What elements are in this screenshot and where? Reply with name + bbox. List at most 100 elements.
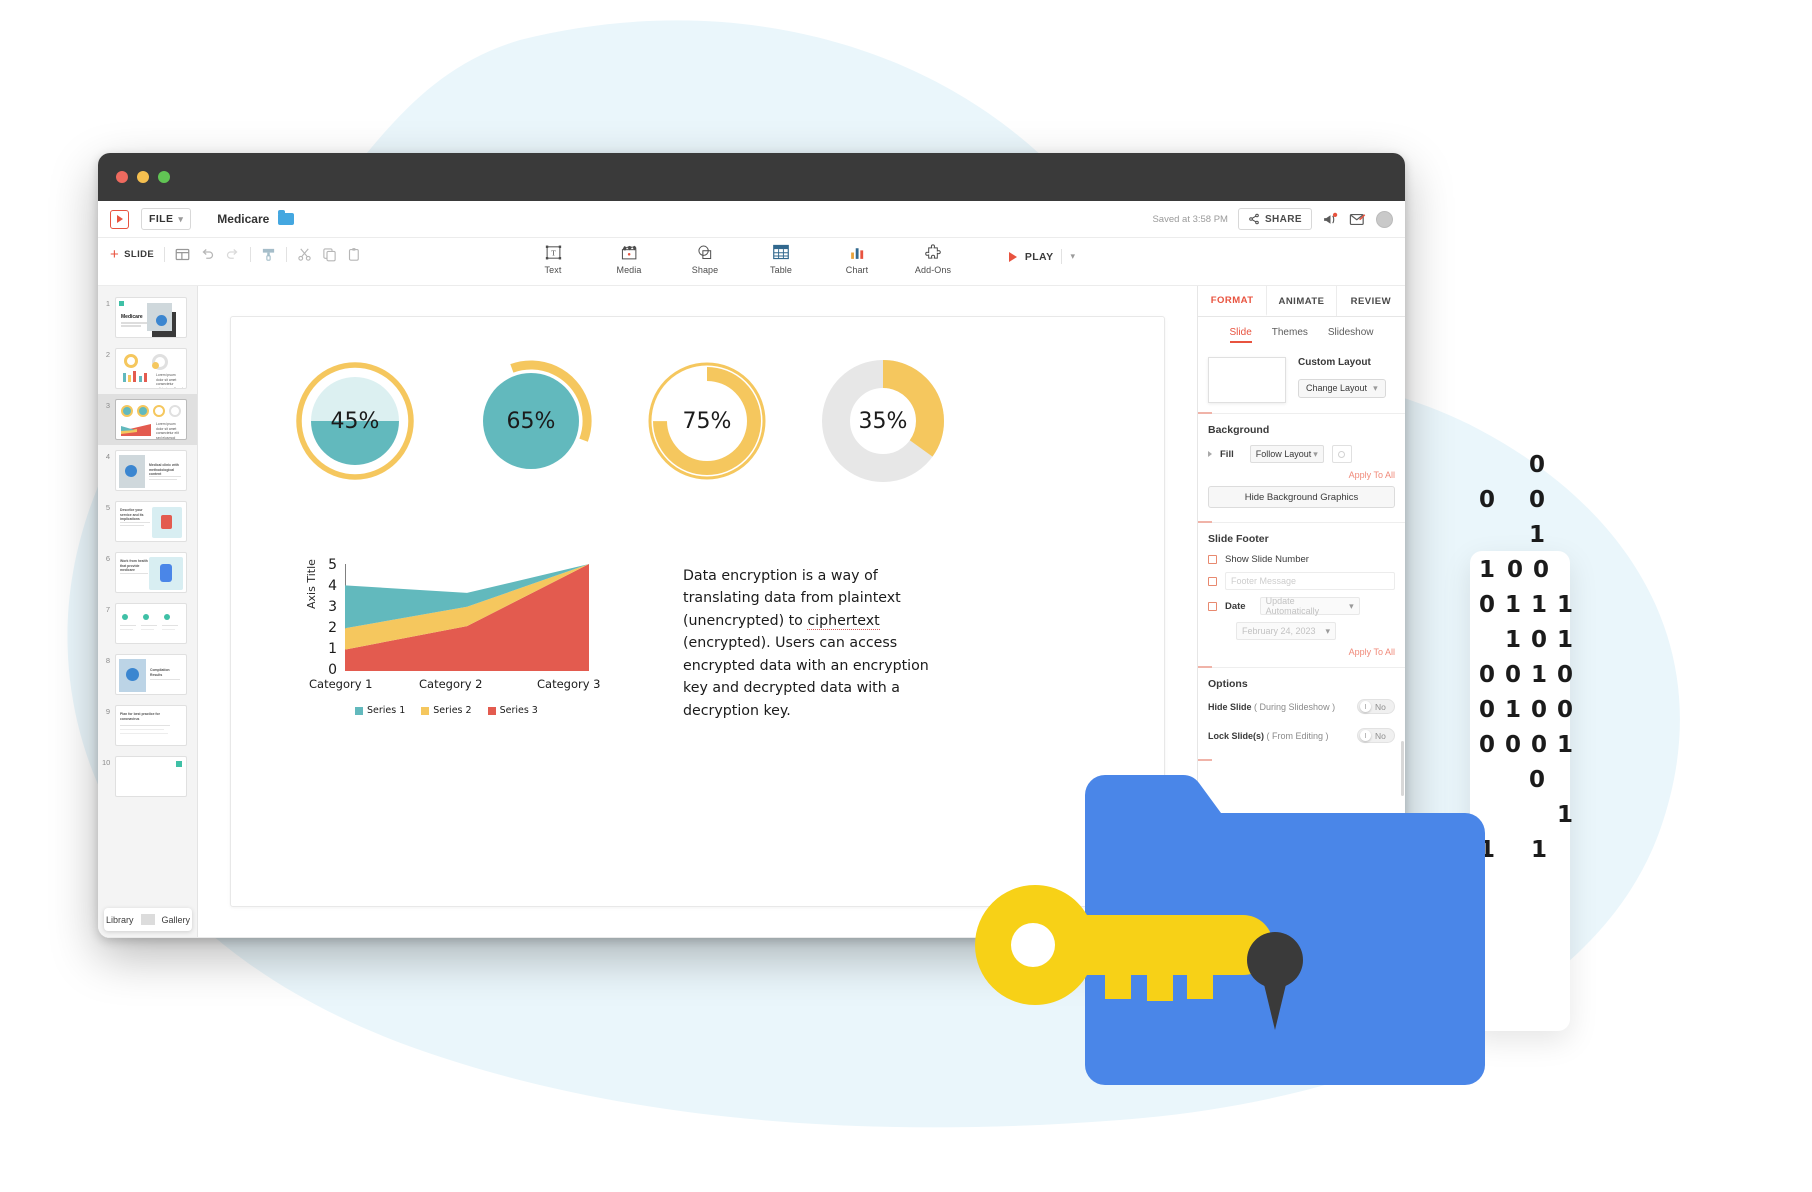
copy-icon[interactable]	[322, 247, 337, 262]
insert-addons-button[interactable]: Add-Ons	[910, 242, 956, 275]
legend-item[interactable]: Series 2	[421, 705, 472, 716]
date-value-select[interactable]: February 24, 2023 ▾	[1236, 622, 1336, 640]
tab-format[interactable]: FORMAT	[1198, 286, 1268, 316]
donut-chart-45[interactable]: 45%	[293, 359, 417, 483]
lock-slide-toggle[interactable]: No	[1357, 728, 1395, 743]
list-item[interactable]: 1 Medicare	[98, 292, 197, 343]
legend-item[interactable]: Series 1	[355, 705, 405, 716]
bar-chart-icon	[850, 247, 863, 259]
show-slide-number-checkbox[interactable]	[1208, 555, 1217, 564]
slide-canvas[interactable]: 45% 65% 75% 35% Axis Title 5 4 3 2 1 0 C…	[230, 316, 1165, 907]
tab-review[interactable]: REVIEW	[1337, 286, 1405, 316]
play-button[interactable]: PLAY ▾	[1008, 249, 1075, 264]
add-slide-button[interactable]: + SLIDE	[110, 245, 155, 263]
slide-canvas-area[interactable]: 45% 65% 75% 35% Axis Title 5 4 3 2 1 0 C…	[198, 286, 1197, 937]
legend-swatch	[421, 706, 430, 715]
fill-select[interactable]: Follow Layout ▾	[1249, 445, 1324, 463]
puzzle-piece-icon	[924, 244, 941, 259]
announcement-megaphone-icon[interactable]	[1322, 211, 1339, 228]
y-tick: 1	[328, 641, 337, 657]
slide-thumbnail-panel[interactable]: 1 Medicare 2 Lorem ipsum dolor sit amet …	[98, 286, 198, 937]
layout-icon[interactable]	[175, 247, 190, 262]
plus-icon: +	[110, 245, 120, 263]
options-heading: Options	[1208, 678, 1248, 690]
insert-text-button[interactable]: T Text	[530, 242, 576, 275]
hide-background-graphics-button[interactable]: Hide Background Graphics	[1208, 486, 1395, 508]
chevron-down-icon[interactable]: ▾	[1070, 251, 1075, 262]
area-chart-y-ticks: 5 4 3 2 1 0	[321, 555, 337, 681]
maximize-window-button[interactable]	[158, 171, 170, 183]
list-item[interactable]: 6 Work from health that provide medicare	[98, 547, 197, 598]
thumbnail-title: Describe your service and its implicatio…	[120, 508, 144, 522]
area-chart-x-ticks: Category 1 Category 2 Category 3	[309, 677, 619, 691]
footer-message-checkbox[interactable]	[1208, 576, 1217, 586]
date-mode-select[interactable]: Update Automatically ▾	[1259, 596, 1360, 616]
share-label: SHARE	[1264, 213, 1302, 225]
donut-45-value: 45%	[330, 408, 380, 434]
library-tab[interactable]: Library	[99, 915, 141, 925]
list-item[interactable]: 2 Lorem ipsum dolor sit amet consectetur…	[98, 343, 197, 394]
chevron-down-icon: ▾	[1373, 382, 1378, 393]
area-chart[interactable]: Axis Title 5 4 3 2 1 0 Category 1 Catego…	[305, 555, 619, 716]
layout-preview[interactable]	[1208, 357, 1286, 403]
y-tick: 3	[328, 599, 337, 615]
insert-table-button[interactable]: Table	[758, 242, 804, 275]
donut-chart-65[interactable]: 65%	[469, 359, 593, 483]
chevron-down-icon: ▾	[1325, 625, 1330, 636]
background-apply-to-all[interactable]: Apply To All	[1208, 470, 1395, 480]
donut-65-value: 65%	[506, 408, 556, 434]
footer-apply-to-all[interactable]: Apply To All	[1208, 647, 1395, 657]
add-slide-label: SLIDE	[124, 249, 155, 260]
list-item[interactable]: 7	[98, 598, 197, 649]
hide-slide-toggle[interactable]: No	[1357, 699, 1395, 714]
slide-body-text[interactable]: Data encryption is a way of translating …	[683, 565, 955, 722]
redo-icon[interactable]	[225, 247, 240, 262]
insert-text-label: Text	[544, 265, 562, 275]
hide-slide-label: Hide Slide ( During Slideshow )	[1208, 702, 1335, 712]
paste-icon[interactable]	[347, 247, 362, 262]
mail-edit-icon[interactable]	[1349, 211, 1366, 228]
subtab-slide[interactable]: Slide	[1229, 327, 1252, 343]
insert-chart-button[interactable]: Chart	[834, 242, 880, 275]
gallery-tab[interactable]: Gallery	[155, 915, 198, 925]
x-tick: Category 3	[537, 677, 601, 691]
share-button[interactable]: SHARE	[1237, 208, 1312, 230]
folder-icon[interactable]	[278, 210, 295, 225]
library-gallery-switch[interactable]: Library Gallery	[104, 908, 192, 931]
footer-message-input[interactable]: Footer Message	[1225, 572, 1395, 590]
thumbnail-title: Medicare	[121, 314, 143, 320]
date-checkbox[interactable]	[1208, 601, 1217, 611]
donut-chart-35[interactable]: 35%	[821, 359, 945, 483]
donut-chart-75[interactable]: 75%	[645, 359, 769, 483]
thumbnail-preview: Describe your service and its implicatio…	[115, 501, 187, 542]
legend-item[interactable]: Series 3	[487, 705, 538, 716]
insert-tools: T Text Media Shape Table Chart Add-Ons	[530, 242, 956, 275]
expand-triangle-icon[interactable]	[1208, 451, 1212, 457]
fill-color-swatch[interactable]	[1331, 445, 1352, 463]
close-window-button[interactable]	[116, 171, 128, 183]
thumbnail-number: 1	[105, 299, 110, 308]
insert-media-button[interactable]: Media	[606, 242, 652, 275]
y-tick: 5	[328, 557, 337, 573]
format-painter-icon[interactable]	[261, 247, 276, 262]
change-layout-button[interactable]: Change Layout ▾	[1298, 378, 1386, 398]
list-item[interactable]: 4 Medical clinic with methodological con…	[98, 445, 197, 496]
y-tick: 2	[328, 620, 337, 636]
list-item[interactable]: 10	[98, 751, 197, 802]
list-item[interactable]: 9 Plan for best practice for coronavirus	[98, 700, 197, 751]
tab-animate[interactable]: ANIMATE	[1267, 286, 1337, 316]
subtab-slideshow[interactable]: Slideshow	[1328, 327, 1374, 343]
file-menu-button[interactable]: FILE ▾	[141, 208, 192, 230]
cut-icon[interactable]	[297, 247, 312, 262]
list-item[interactable]: 5 Describe your service and its implicat…	[98, 496, 197, 547]
list-item[interactable]: 8 Compilation Results	[98, 649, 197, 700]
insert-shape-button[interactable]: Shape	[682, 242, 728, 275]
user-avatar[interactable]	[1376, 210, 1393, 228]
list-item-selected[interactable]: 3 Lorem ipsum dolor sit amet consectetur…	[98, 394, 197, 445]
insert-chart-label: Chart	[845, 265, 869, 275]
subtab-themes[interactable]: Themes	[1272, 327, 1308, 343]
undo-icon[interactable]	[200, 247, 215, 262]
thumbnail-title: Medical clinic with methodological conte…	[149, 463, 179, 477]
minimize-window-button[interactable]	[137, 171, 149, 183]
thumbnail-preview	[115, 603, 187, 644]
